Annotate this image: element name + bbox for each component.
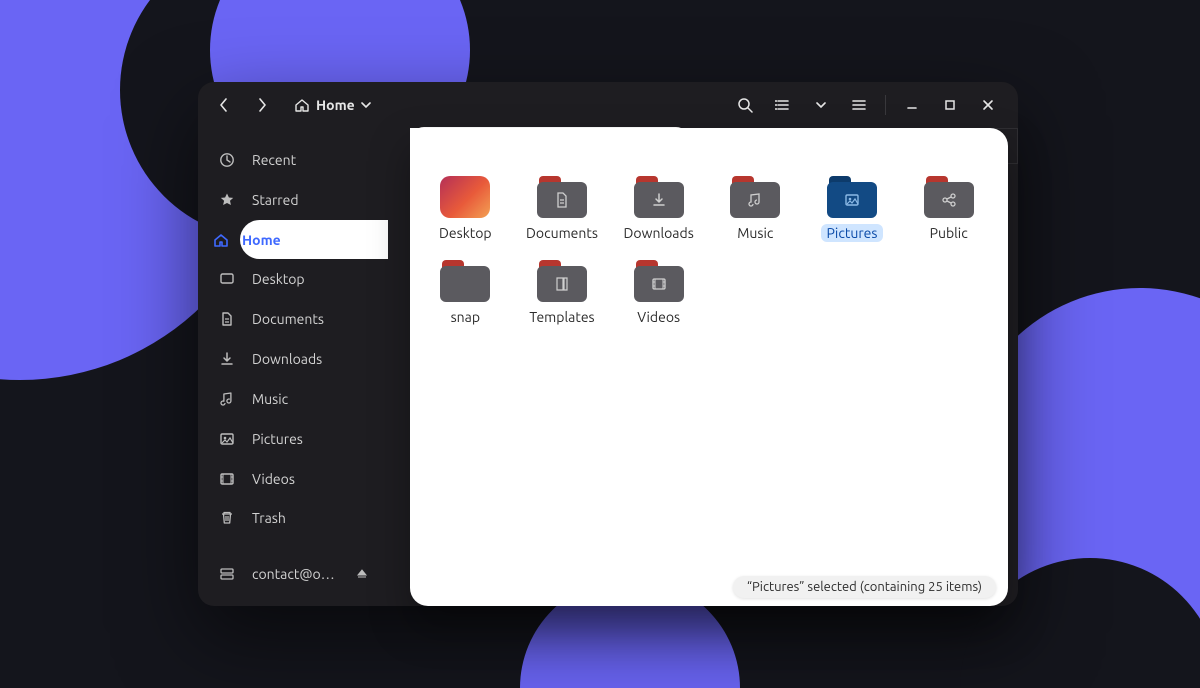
folder-videos[interactable]: Videos [615,258,702,342]
music-icon [746,191,764,209]
sidebar-item-documents[interactable]: Documents [198,299,388,339]
document-icon [218,310,236,328]
status-text: “Pictures” selected (containing 25 items… [747,580,982,594]
hamburger-menu-button[interactable] [843,89,875,121]
share-icon [940,191,958,209]
minimize-button[interactable] [896,89,928,121]
sidebar-item-recent[interactable]: Recent [198,140,388,180]
folder-icon [827,176,877,218]
sidebar-item-videos[interactable]: Videos [198,459,388,499]
path-label: Home [316,97,355,113]
folder-label: Templates [523,308,600,326]
sidebar-item-label: Home [242,232,281,248]
sidebar-item-label: contact@o… [252,566,335,582]
folder-label: Downloads [618,224,700,242]
folder-label: Pictures [821,224,884,242]
view-options-button[interactable] [805,89,837,121]
folder-pictures[interactable]: Pictures [809,174,896,258]
sidebar-item-home[interactable]: Home [240,220,388,260]
folder-icon [537,260,587,302]
folder-icon [634,260,684,302]
sidebar-item-label: Recent [252,152,296,168]
eject-icon[interactable] [356,568,368,580]
file-manager-window: Home Recent [198,82,1018,606]
places-sidebar: Recent Starred Home Desktop Documents Do… [198,128,388,606]
sidebar-item-label: Downloads [252,351,322,367]
folder-icon [634,176,684,218]
sidebar-item-label: Desktop [252,271,305,287]
forward-button[interactable] [246,89,278,121]
content-area: Pictures Home Desktop [388,128,1018,606]
picture-icon [843,191,861,209]
desktop-icon [218,270,236,288]
sidebar-item-label: Documents [252,311,324,327]
status-bar: “Pictures” selected (containing 25 items… [733,576,996,598]
folder-snap[interactable]: snap [422,258,509,342]
chevron-down-icon [361,100,371,110]
header-bar: Home [198,82,1018,128]
icon-grid[interactable]: Desktop Documents Downloads Music [410,168,1008,572]
folder-label: snap [445,308,486,326]
folder-music[interactable]: Music [712,174,799,258]
folder-label: Videos [631,308,686,326]
folder-icon [924,176,974,218]
sidebar-item-music[interactable]: Music [198,379,388,419]
video-icon [650,275,668,293]
clock-icon [218,151,236,169]
folder-icon [440,176,490,218]
folder-templates[interactable]: Templates [519,258,606,342]
maximize-button[interactable] [934,89,966,121]
sidebar-item-label: Starred [252,192,299,208]
file-view-panel: Desktop Documents Downloads Music [410,128,1008,606]
sidebar-item-label: Music [252,391,288,407]
folder-label: Desktop [433,224,498,242]
star-icon [218,191,236,209]
templates-icon [553,275,571,293]
trash-icon [218,509,236,527]
sidebar-item-trash[interactable]: Trash [198,498,388,538]
folder-public[interactable]: Public [905,174,992,258]
search-button[interactable] [729,89,761,121]
folder-label: Music [731,224,779,242]
download-icon [650,191,668,209]
sidebar-item-pictures[interactable]: Pictures [198,419,388,459]
close-button[interactable] [972,89,1004,121]
folder-documents[interactable]: Documents [519,174,606,258]
home-icon [294,97,310,113]
home-icon [212,231,230,249]
sidebar-item-downloads[interactable]: Downloads [198,339,388,379]
sidebar-item-label: Videos [252,471,295,487]
music-icon [218,390,236,408]
sidebar-item-mount[interactable]: contact@o… [198,554,388,594]
folder-label: Documents [520,224,604,242]
folder-downloads[interactable]: Downloads [615,174,702,258]
server-icon [218,565,236,583]
folder-icon [440,260,490,302]
folder-desktop[interactable]: Desktop [422,174,509,258]
folder-icon [537,176,587,218]
path-bar[interactable]: Home [284,93,381,117]
folder-icon [730,176,780,218]
back-button[interactable] [208,89,240,121]
folder-label: Public [924,224,974,242]
document-icon [553,191,571,209]
picture-icon [218,430,236,448]
view-list-button[interactable] [767,89,799,121]
sidebar-item-label: Trash [252,510,286,526]
sidebar-item-label: Pictures [252,431,303,447]
download-icon [218,350,236,368]
sidebar-item-desktop[interactable]: Desktop [198,259,388,299]
sidebar-item-starred[interactable]: Starred [198,180,388,220]
video-icon [218,470,236,488]
